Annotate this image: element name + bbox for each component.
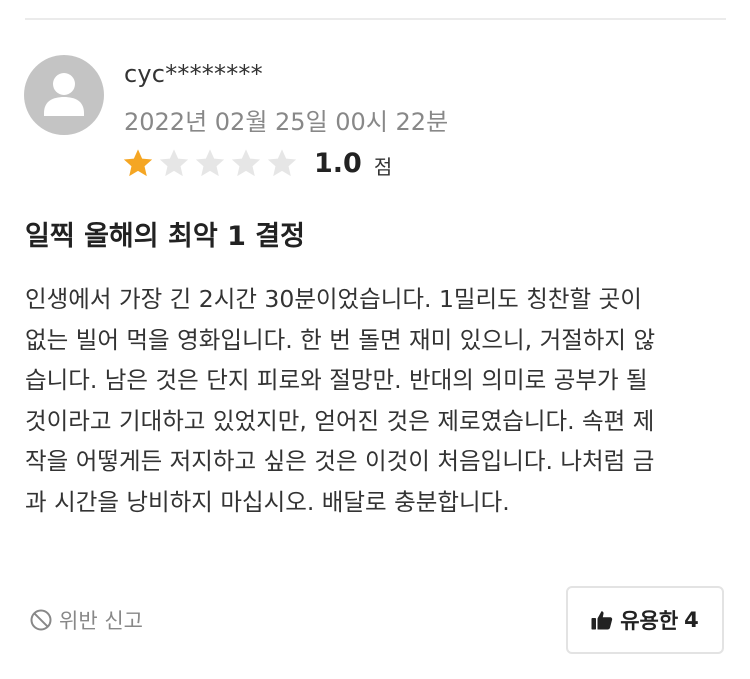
- star-icon: [123, 149, 153, 177]
- rating-row: 1.0 점: [122, 146, 392, 180]
- helpful-button[interactable]: 유용한 4: [566, 586, 724, 654]
- prohibited-icon: [30, 609, 52, 631]
- review-body-line: 없는 빌어 먹을 영화입니다. 한 번 돌면 재미 있으니, 거절하지 않: [25, 325, 656, 354]
- review-body-line: 것이라고 기대하고 있었지만, 얻어진 것은 제로였습니다. 속편 제: [25, 406, 655, 435]
- star-icon: [267, 149, 297, 177]
- thumbs-up-icon: [591, 611, 613, 630]
- review-body-line: 과 시간을 낭비하지 마십시오. 배달로 충분합니다.: [25, 487, 510, 516]
- review-title: 일찍 올해의 최악 1 결정: [25, 221, 305, 252]
- review-body-line: 습니다. 남은 것은 단지 피로와 절망만. 반대의 의미로 공부가 될: [25, 366, 648, 394]
- report-link[interactable]: 위반 신고: [29, 605, 143, 635]
- star-icon: [231, 149, 261, 177]
- review-body: 인생에서 가장 긴 2시간 30분이었습니다. 1밀리도 칭찬할 곳이 없는 빌…: [25, 279, 731, 522]
- reviewer-username: cyc********: [124, 60, 263, 88]
- review-date: 2022년 02월 25일 00시 22분: [124, 108, 449, 136]
- review-body-line: 작을 어떻게든 저지하고 싶은 것은 이것이 처음입니다. 나처럼 금: [25, 447, 655, 475]
- star-icon: [195, 149, 225, 177]
- helpful-count: 4: [684, 608, 699, 632]
- top-divider: [25, 18, 726, 20]
- star-icon: [159, 149, 189, 177]
- helpful-label: 유용한: [620, 609, 679, 633]
- review-body-line: 인생에서 가장 긴 2시간 30분이었습니다. 1밀리도 칭찬할 곳이: [25, 285, 642, 313]
- avatar: [24, 55, 104, 135]
- rating-unit: 점: [373, 154, 393, 179]
- star-rating: [122, 147, 302, 179]
- report-label: 위반 신고: [59, 609, 143, 633]
- rating-score: 1.0: [314, 147, 362, 179]
- user-silhouette-icon: [44, 73, 84, 116]
